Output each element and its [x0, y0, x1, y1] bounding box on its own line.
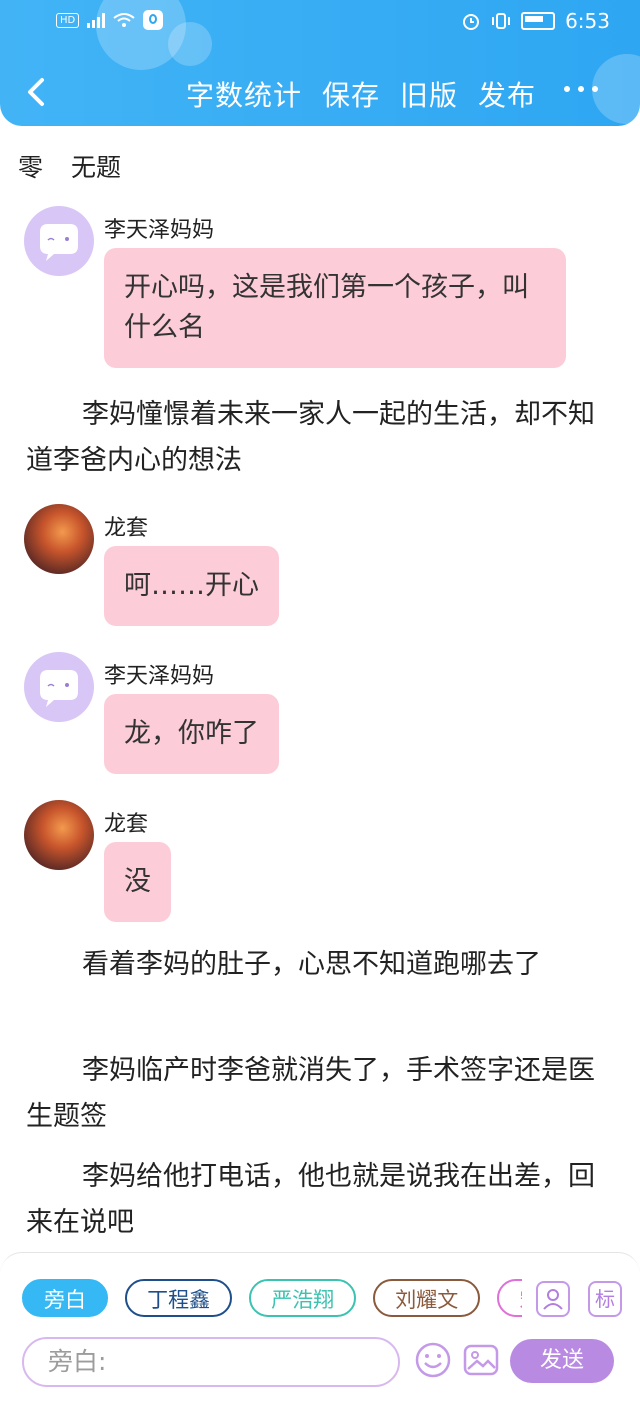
character-chip[interactable]: 严浩翔 — [249, 1279, 357, 1317]
message-bubble: 龙，你咋了 — [104, 694, 279, 774]
narration-paragraph: 李妈憧憬着未来一家人一起的生活，却不知道李爸内心的想法 — [26, 399, 595, 476]
tag-button[interactable]: 标 — [588, 1281, 622, 1317]
chapter-number: 零 — [18, 153, 44, 182]
app-header: HD 6:53 字数统计 保存 旧版 发布 — [0, 0, 640, 126]
chat-message[interactable]: 李天泽妈妈 龙，你咋了 — [24, 652, 604, 782]
save-button[interactable]: 保存 — [322, 74, 380, 114]
image-icon[interactable] — [462, 1341, 500, 1379]
ghost-face-icon — [40, 670, 78, 707]
hd-badge: HD — [56, 12, 80, 28]
message-bubble: 呵……开心 — [104, 546, 279, 626]
sender-name: 龙套 — [104, 812, 149, 837]
chat-message[interactable]: 李天泽妈妈 开心吗，这是我们第一个孩子，叫什么名 — [24, 206, 604, 376]
emoji-icon[interactable] — [414, 1341, 452, 1379]
chat-message[interactable]: 龙套 呵……开心 — [24, 504, 604, 634]
status-bar: HD 6:53 — [0, 0, 640, 44]
narration-paragraph: 李妈临产时李爸就消失了，手术签字还是医生题签 — [26, 1055, 595, 1132]
narration-paragraph: 李妈给他打电话，他也就是说我在出差，回来在说吧 — [26, 1161, 595, 1238]
add-character-icon[interactable] — [536, 1281, 570, 1317]
toolbar: 字数统计 保存 旧版 发布 — [0, 60, 640, 126]
send-button[interactable]: 发送 — [510, 1339, 614, 1383]
chat-message[interactable]: 龙套 没 — [24, 800, 604, 930]
sender-name: 龙套 — [104, 516, 149, 541]
wifi-icon — [113, 13, 135, 27]
sender-name: 李天泽妈妈 — [104, 218, 215, 243]
character-chip[interactable]: 丁程鑫 — [125, 1279, 233, 1317]
message-input[interactable]: 旁白: — [22, 1337, 400, 1387]
word-count-button[interactable]: 字数统计 — [186, 74, 302, 114]
sender-name: 李天泽妈妈 — [104, 664, 215, 689]
narration-paragraph: 看着李妈的肚子，心思不知道跑哪去了 — [82, 949, 541, 980]
character-chip[interactable]: 宋亚轩 — [497, 1279, 522, 1317]
battery-icon — [521, 12, 556, 30]
character-chip-narrator[interactable]: 旁白 — [22, 1279, 108, 1317]
vibrate-icon — [492, 13, 511, 29]
back-icon[interactable] — [18, 72, 58, 112]
person-icon — [543, 1289, 563, 1310]
avatar — [24, 800, 94, 870]
signal-icon — [87, 12, 106, 28]
chapter-title: 无题 — [70, 153, 121, 182]
avatar — [24, 504, 94, 574]
avatar — [24, 206, 94, 276]
old-version-button[interactable]: 旧版 — [400, 74, 458, 114]
alarm-icon — [463, 14, 480, 30]
character-chip[interactable]: 刘耀文 — [373, 1279, 481, 1317]
message-bubble: 没 — [104, 842, 171, 922]
input-panel: 旁白 丁程鑫 严浩翔 刘耀文 宋亚轩 标 旁白: 发送 — [0, 1252, 640, 1423]
avatar — [24, 652, 94, 722]
bulb-icon — [143, 10, 164, 30]
story-content: 零 无题 李天泽妈妈 开心吗，这是我们第一个孩子，叫什么名 李妈憧憬着未来一家人… — [0, 126, 640, 1252]
message-bubble: 开心吗，这是我们第一个孩子，叫什么名 — [104, 248, 566, 368]
more-icon[interactable] — [564, 86, 598, 92]
ghost-face-icon — [40, 224, 78, 261]
status-time: 6:53 — [565, 9, 610, 33]
publish-button[interactable]: 发布 — [478, 74, 536, 114]
character-chips: 旁白 丁程鑫 严浩翔 刘耀文 宋亚轩 — [22, 1279, 522, 1321]
chapter-heading: 零 无题 — [18, 148, 121, 184]
